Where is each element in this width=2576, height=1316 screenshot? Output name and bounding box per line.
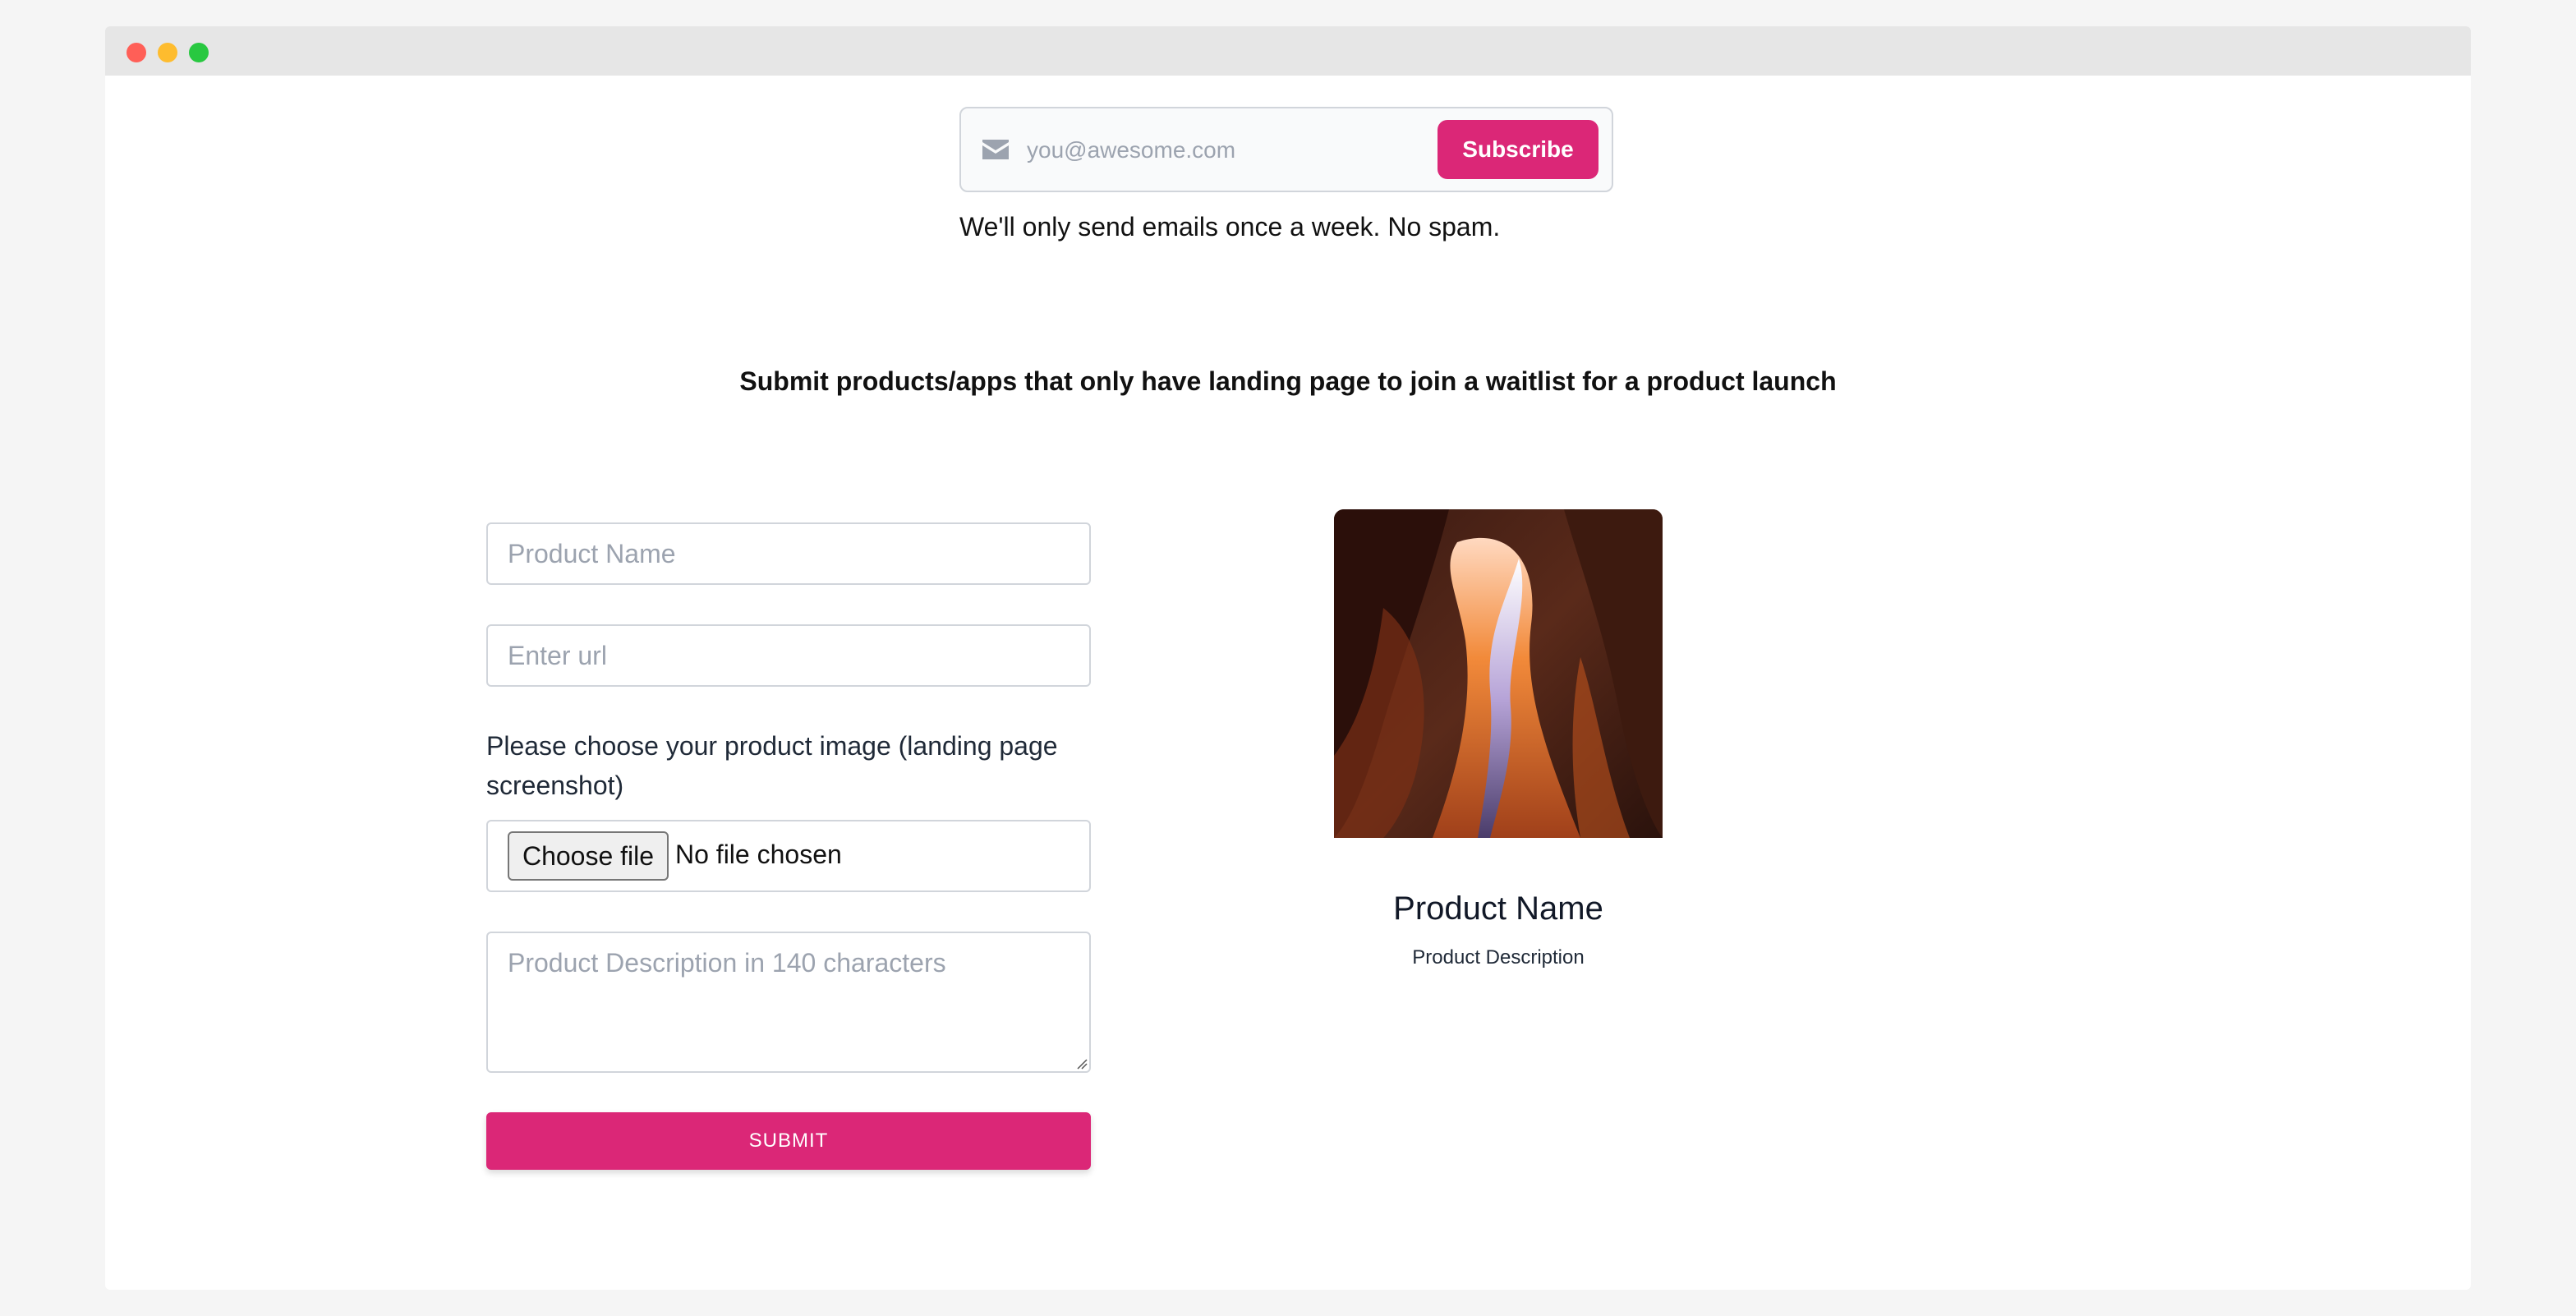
page-content: Subscribe We'll only send emails once a … bbox=[105, 76, 2471, 1290]
subscribe-note: We'll only send emails once a week. No s… bbox=[959, 212, 1501, 242]
subscribe-form: Subscribe bbox=[959, 107, 1613, 192]
file-status-text: No file chosen bbox=[675, 840, 842, 869]
page-headline: Submit products/apps that only have land… bbox=[739, 366, 1837, 396]
product-url-input[interactable] bbox=[486, 624, 1091, 687]
browser-window: Subscribe We'll only send emails once a … bbox=[105, 26, 2471, 1290]
resize-grip-icon[interactable] bbox=[1074, 1056, 1088, 1070]
preview-product-name: Product Name bbox=[1393, 890, 1603, 927]
minimize-window-button[interactable] bbox=[158, 43, 177, 62]
subscribe-email-input[interactable] bbox=[1025, 127, 1423, 174]
product-image-label: Please choose your product image (landin… bbox=[486, 731, 1058, 800]
subscribe-button[interactable]: Subscribe bbox=[1438, 120, 1598, 179]
product-name-input[interactable] bbox=[486, 522, 1091, 585]
mail-icon bbox=[982, 140, 1009, 159]
canyon-photo bbox=[1334, 509, 1663, 838]
product-description-textarea[interactable] bbox=[486, 932, 1091, 1073]
maximize-window-button[interactable] bbox=[189, 43, 209, 62]
product-image-file-input[interactable]: Choose file No file chosen bbox=[486, 820, 1091, 892]
choose-file-button[interactable]: Choose file bbox=[508, 831, 669, 881]
product-preview-image bbox=[1334, 509, 1663, 838]
window-titlebar bbox=[105, 26, 2471, 76]
close-window-button[interactable] bbox=[126, 43, 146, 62]
preview-product-description: Product Description bbox=[1412, 946, 1585, 969]
submit-button[interactable]: SUBMIT bbox=[486, 1112, 1091, 1170]
